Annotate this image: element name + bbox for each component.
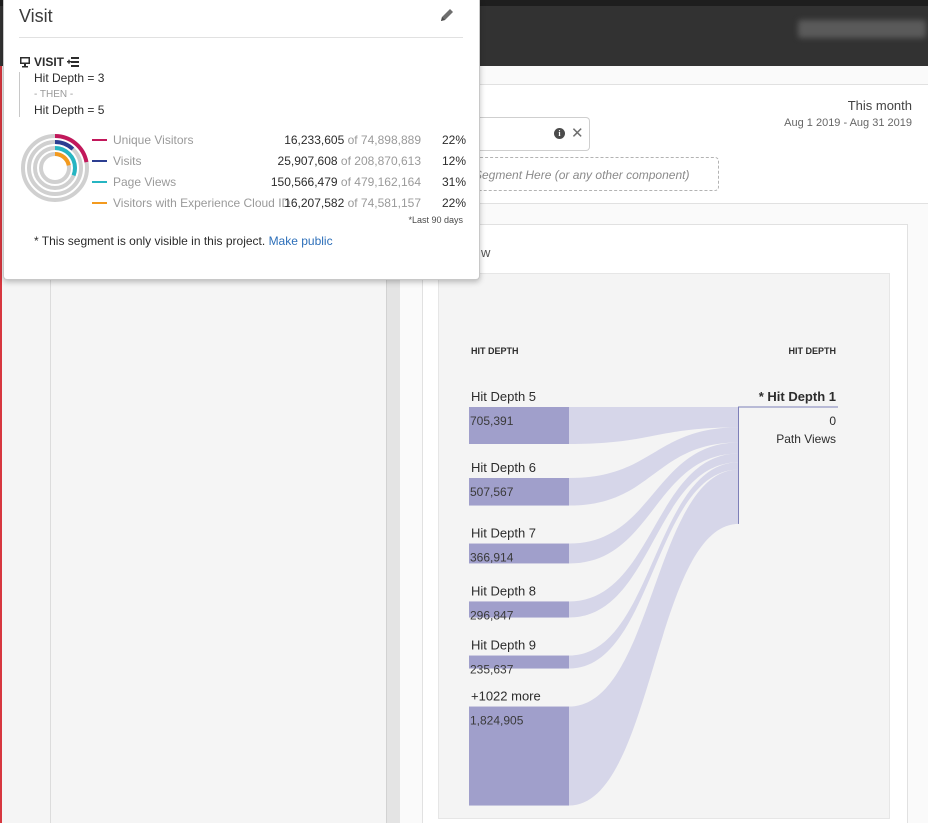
metric-unique-visitors: Unique Visitors 16,233,605 of 74,898,889…	[92, 133, 466, 149]
metric-value: 25,907,608	[277, 154, 338, 168]
target-node-sublabel: Path Views	[776, 432, 836, 446]
flow-node-label: Hit Depth 9	[471, 638, 536, 653]
segment-preview-popover: Visit VISIT Hit Depth = 3 - THEN - Hit D…	[3, 0, 480, 280]
metric-percent: 31%	[441, 175, 466, 189]
flow-node-value: 235,637	[470, 663, 514, 677]
container-label: VISIT	[34, 55, 65, 69]
metric-value: 150,566,479	[270, 175, 338, 189]
metric-percent: 22%	[441, 133, 466, 147]
target-node-value: 0	[829, 414, 836, 428]
flow-link	[569, 469, 739, 806]
legend-swatch	[92, 139, 107, 141]
add-container-icon	[67, 57, 80, 67]
metric-visits: Visits 25,907,608 of 208,870,613 12%	[92, 154, 466, 170]
metric-name: Visitors with Experience Cloud ID	[113, 196, 291, 210]
metric-value: 16,207,582	[284, 196, 345, 210]
flow-node-label: Hit Depth 5	[471, 389, 536, 404]
metric-name: Page Views	[113, 175, 177, 189]
definition-bracket	[19, 72, 20, 117]
flow-node-label: +1022 more	[471, 689, 541, 704]
flow-node-value: 1,824,905	[470, 714, 524, 728]
metric-total: of 74,581,157	[347, 196, 421, 210]
visibility-note: * This segment is only visible in this p…	[34, 234, 333, 248]
metric-percent: 22%	[441, 196, 466, 210]
flow-node-value: 507,567	[470, 485, 514, 499]
metric-page-views: Page Views 150,566,479 of 479,162,164 31…	[92, 175, 466, 191]
legend-swatch	[92, 202, 107, 204]
container-header: VISIT	[19, 55, 80, 69]
make-public-link[interactable]: Make public	[269, 234, 333, 248]
left-column-header: HIT DEPTH	[471, 346, 519, 356]
flow-node-value: 705,391	[470, 414, 514, 428]
popover-divider	[19, 37, 463, 38]
target-node-bar	[738, 407, 739, 524]
metric-percent: 12%	[441, 154, 466, 168]
metric-total: of 479,162,164	[340, 175, 421, 189]
rule-hit-depth-5: Hit Depth = 5	[34, 103, 105, 117]
donut-chart	[21, 134, 89, 202]
metric-name: Unique Visitors	[113, 133, 194, 147]
target-node-label: * Hit Depth 1	[759, 389, 836, 404]
right-column-header: HIT DEPTH	[788, 346, 836, 356]
last-90-days-note: *Last 90 days	[408, 215, 463, 225]
pencil-icon[interactable]	[438, 6, 456, 24]
flow-node-label: Hit Depth 6	[471, 460, 536, 475]
flow-node-value: 366,914	[470, 551, 514, 565]
metric-visitors-ecid: Visitors with Experience Cloud ID 16,207…	[92, 196, 466, 212]
visibility-text: * This segment is only visible in this p…	[34, 234, 266, 248]
metric-value: 16,233,605	[284, 133, 345, 147]
flow-node-value: 296,847	[470, 608, 514, 622]
legend-swatch	[92, 160, 107, 162]
metric-total: of 208,870,613	[340, 154, 421, 168]
metric-name: Visits	[113, 154, 142, 168]
legend-swatch	[92, 181, 107, 183]
flow-node-label: Hit Depth 7	[471, 526, 536, 541]
monitor-icon	[20, 57, 30, 68]
flow-node-label: Hit Depth 8	[471, 583, 536, 598]
metric-total: of 74,898,889	[347, 133, 421, 147]
segment-title: Visit	[19, 6, 53, 26]
rule-hit-depth-3: Hit Depth = 3	[34, 71, 105, 85]
then-operator: - THEN -	[34, 89, 74, 100]
flow-links	[569, 407, 739, 806]
